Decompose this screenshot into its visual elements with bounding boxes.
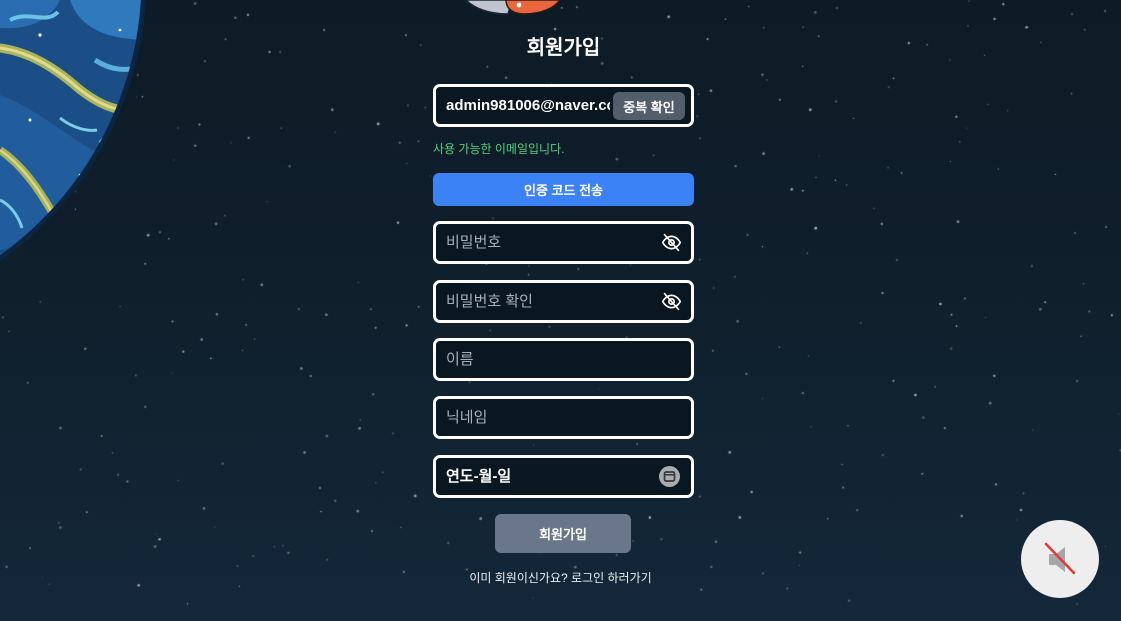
page-title: 회원가입 (526, 37, 601, 59)
planet-icon (0, 0, 146, 270)
login-link[interactable]: 로그인 하러가기 (571, 571, 652, 585)
send-code-button[interactable]: 인증 코드 전송 (433, 173, 694, 206)
password-confirm-input[interactable] (446, 283, 656, 320)
password-input[interactable] (446, 224, 656, 261)
rocket-icon (464, 0, 561, 15)
name-input[interactable] (446, 341, 681, 378)
login-prompt: 이미 회원이신가요? (469, 571, 568, 585)
email-status-message: 사용 가능한 이메일입니다. (433, 142, 565, 156)
email-input[interactable] (446, 87, 610, 124)
sound-toggle-button[interactable] (1021, 520, 1099, 598)
name-field (433, 338, 694, 381)
birthdate-value: 연도-월-일 (446, 468, 512, 485)
login-redirect: 이미 회원이신가요? 로그인 하러가기 (0, 570, 1121, 586)
password-field (433, 221, 694, 264)
email-field: 중복 확인 (433, 84, 694, 127)
password-confirm-field (433, 280, 694, 323)
calendar-icon[interactable] (659, 466, 680, 487)
birthdate-input[interactable]: 연도-월-일 (433, 455, 694, 498)
check-duplicate-button[interactable]: 중복 확인 (613, 92, 685, 120)
eye-off-icon[interactable] (661, 291, 682, 312)
nickname-field (433, 396, 694, 439)
speaker-muted-icon (1044, 542, 1076, 575)
eye-off-icon[interactable] (661, 232, 682, 253)
nickname-input[interactable] (446, 399, 681, 436)
signup-submit-button[interactable]: 회원가입 (495, 514, 631, 553)
signup-screen: 회원가입 중복 확인 사용 가능한 이메일입니다. 인증 코드 전송 연도-월-… (0, 0, 1121, 621)
